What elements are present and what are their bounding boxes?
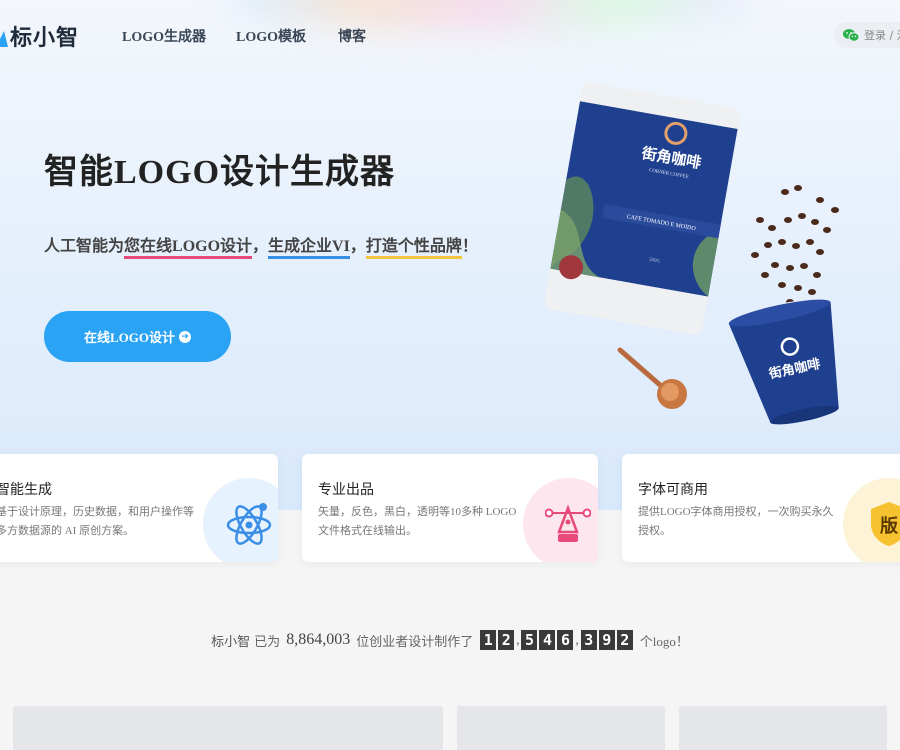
- feature-title: 字体可商用: [638, 482, 708, 498]
- logo-count-digit: 4: [539, 630, 556, 650]
- feature-desc: 基于设计原理，历史数据，和用户操作等多方数据源的 AI 原创方案。: [0, 506, 194, 537]
- coffee-beans: [751, 185, 839, 311]
- coffee-cup: 街角咖啡: [728, 299, 839, 425]
- coffee-product-illustration: 街角咖啡 CORNER COFFEE CAFE TOMADO E MOIDO 5…: [544, 82, 839, 425]
- subtitle-prefix: 人工智能为: [44, 238, 125, 255]
- logo-count-digit: 5: [521, 630, 538, 650]
- login-button[interactable]: 登录 / 注: [834, 22, 900, 48]
- stats-text-1: 已为: [254, 633, 281, 649]
- badge-text: 版: [880, 515, 898, 537]
- logo-mark-icon: [0, 31, 8, 47]
- subtitle-suffix: ！: [461, 238, 478, 255]
- logo-count-digit: 2: [498, 630, 515, 650]
- stats-user-count: 8,864,003: [286, 631, 351, 648]
- site-logo[interactable]: 标小智: [0, 20, 79, 52]
- online-logo-design-button[interactable]: 在线LOGO设计 ➜: [44, 311, 231, 362]
- subtitle-sep-2: ，: [349, 238, 366, 255]
- logo-count-digit: 3: [580, 630, 597, 650]
- header: 标小智 LOGO生成器 LOGO模板 博客 登录 / 注: [0, 0, 900, 70]
- logo-count-separator: ,: [575, 632, 579, 647]
- stats-text-2: 位创业者设计制作了: [356, 633, 474, 649]
- feature-card-smart[interactable]: 智能生成 基于设计原理，历史数据，和用户操作等多方数据源的 AI 原创方案。: [0, 454, 278, 562]
- subtitle-highlight-1: 您在线LOGO设计: [124, 238, 253, 259]
- stats-line: 标小智 已为 8,864,003 位创业者设计制作了 1 2 , 5 4 6 ,…: [0, 630, 900, 650]
- arrow-right-icon: ➜: [179, 330, 191, 343]
- logo-count-digit: 2: [616, 630, 633, 650]
- stats-text-3: 个logo！: [639, 633, 689, 649]
- coffee-bag: 街角咖啡 CORNER COFFEE CAFE TOMADO E MOIDO 5…: [544, 82, 740, 335]
- login-label: 登录 / 注: [864, 29, 900, 42]
- stats-brand: 标小智: [211, 634, 251, 650]
- logo-count-digit: 6: [557, 630, 574, 650]
- nav-logo-templates[interactable]: LOGO模板: [236, 26, 306, 46]
- feature-title: 智能生成: [0, 482, 52, 498]
- copyright-badge-icon: 版: [871, 502, 900, 546]
- subtitle-sep-1: ，: [252, 238, 269, 255]
- template-thumbnail[interactable]: [457, 706, 665, 750]
- pen-tool-icon: [545, 504, 591, 542]
- nav-logo-generator[interactable]: LOGO生成器: [122, 26, 206, 46]
- logo-count-separator: ,: [516, 632, 520, 647]
- nav-blog[interactable]: 博客: [338, 26, 366, 46]
- template-thumbnail[interactable]: [13, 706, 443, 750]
- wechat-icon: [843, 29, 859, 42]
- logo-count-digit: 9: [598, 630, 615, 650]
- feature-desc: 矢量，反色，黑白，透明等10多种 LOGO 文件格式在线输出。: [318, 506, 517, 537]
- feature-card-font-license[interactable]: 字体可商用 提供LOGO字体商用授权，一次购买永久授权。 版: [622, 454, 900, 562]
- subtitle-highlight-3: 打造个性品牌: [365, 238, 462, 259]
- hero-subtitle: 人工智能为您在线LOGO设计，生成企业VI，打造个性品牌！: [44, 232, 478, 259]
- atom-icon: [226, 503, 272, 545]
- cta-label: 在线LOGO设计: [83, 330, 175, 345]
- feature-desc: 提供LOGO字体商用授权，一次购买永久授权。: [638, 506, 834, 537]
- logo-text: 标小智: [10, 26, 80, 51]
- template-thumbnail[interactable]: [679, 706, 887, 750]
- logo-count-digit: 1: [480, 630, 497, 650]
- subtitle-highlight-2: 生成企业VI: [268, 238, 350, 259]
- feature-card-professional[interactable]: 专业出品 矢量，反色，黑白，透明等10多种 LOGO 文件格式在线输出。: [302, 454, 598, 562]
- feature-title: 专业出品: [318, 482, 374, 498]
- hero-title: 智能LOGO设计生成器: [44, 154, 396, 191]
- copper-spoon: [617, 347, 687, 409]
